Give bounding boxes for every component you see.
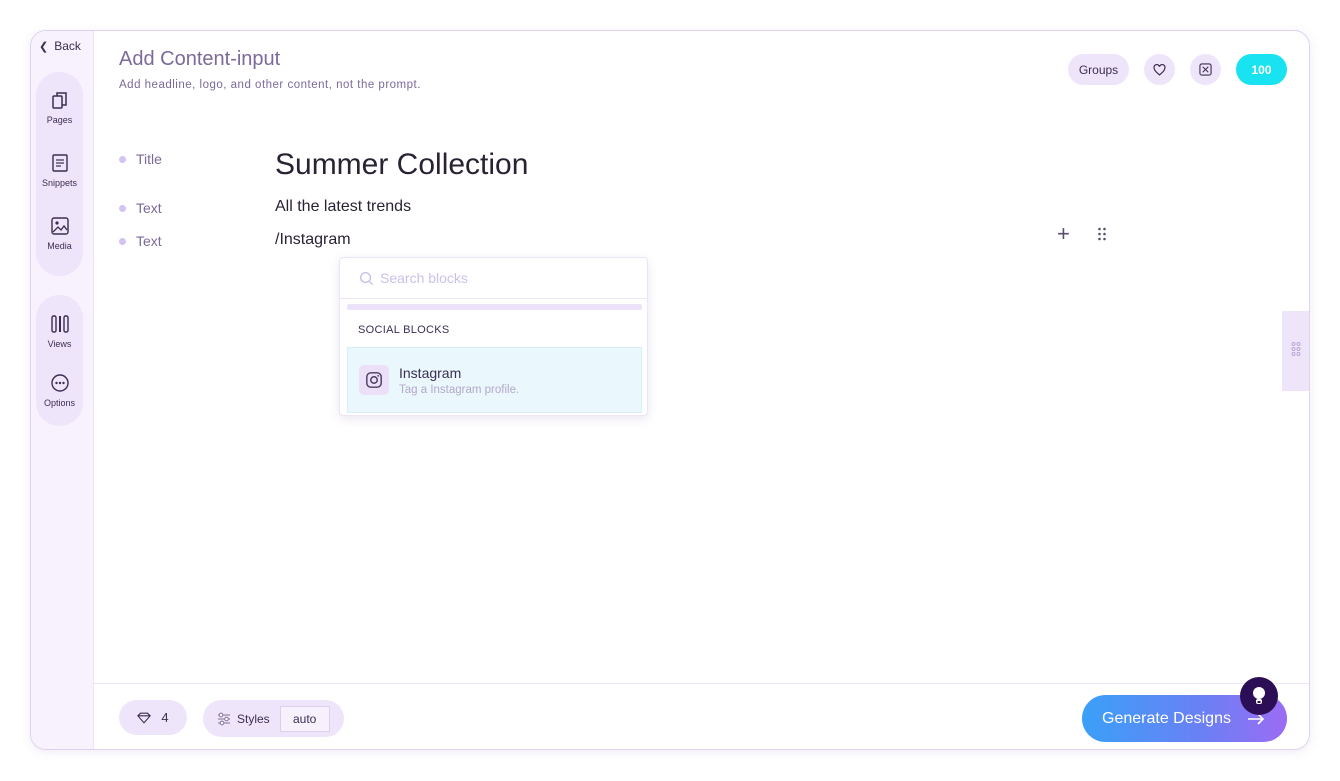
sidebar: ❮ Back Pages Snippets Media Views Option…	[31, 31, 94, 749]
groups-button[interactable]: Groups	[1068, 54, 1129, 85]
grip-icon	[1291, 342, 1300, 356]
sidebar-item-label: Views	[47, 339, 72, 349]
row-bullet	[119, 155, 126, 163]
title-field[interactable]: Summer Collection	[275, 148, 528, 182]
row-label-title: Title	[119, 151, 162, 167]
sidebar-item-label: Pages	[46, 115, 73, 125]
credits-badge[interactable]: 100	[1236, 54, 1287, 85]
sidebar-item-label: Media	[47, 241, 72, 251]
row-bullet	[119, 204, 126, 212]
row-bullet	[119, 237, 126, 245]
sidebar-group-content: Pages Snippets Media	[36, 72, 83, 276]
assistant-icon	[1253, 687, 1265, 704]
footer-bar: 4 Styles auto Generate Designs	[94, 683, 1309, 749]
styles-label: Styles	[237, 711, 270, 726]
sidebar-item-label: Options	[43, 398, 76, 408]
back-label: Back	[54, 39, 81, 53]
section-heading: SOCIAL BLOCKS	[358, 324, 450, 336]
add-block-button[interactable]: +	[1057, 223, 1070, 245]
grip-icon	[1098, 227, 1106, 241]
right-panel-handle[interactable]	[1282, 311, 1309, 391]
menu-item-text: Instagram Tag a Instagram profile.	[399, 365, 519, 396]
sidebar-item-label: Snippets	[41, 178, 78, 188]
sidebar-item-pages[interactable]: Pages	[36, 90, 83, 125]
instagram-icon-box	[359, 365, 389, 395]
shortcut-button[interactable]	[1190, 54, 1221, 85]
gem-counter[interactable]: 4	[119, 700, 187, 735]
text-field-1[interactable]: All the latest trends	[275, 198, 411, 216]
menu-item-description: Tag a Instagram profile.	[399, 383, 520, 396]
row-label-text-1: Text	[119, 200, 162, 216]
pages-icon	[51, 92, 67, 109]
search-icon	[359, 271, 374, 285]
page-title: Add Content-input	[119, 48, 281, 70]
diamond-icon	[137, 712, 152, 724]
assistant-button[interactable]	[1240, 677, 1278, 715]
app-window: ❮ Back Pages Snippets Media Views Option…	[30, 30, 1310, 750]
sidebar-item-media[interactable]: Media	[36, 216, 83, 251]
styles-selector[interactable]: Styles auto	[203, 700, 344, 737]
command-icon	[1199, 63, 1212, 76]
generate-label: Generate Designs	[1102, 709, 1231, 727]
gem-count: 4	[161, 710, 169, 725]
menu-item-title: Instagram	[399, 364, 462, 381]
top-actions: Groups 100	[1068, 54, 1287, 85]
plus-icon: +	[1057, 221, 1070, 246]
text-field-2[interactable]: /Instagram	[275, 231, 351, 249]
sidebar-item-snippets[interactable]: Snippets	[36, 153, 83, 188]
row-label-text-2: Text	[119, 233, 162, 249]
row-label-text: Title	[136, 151, 162, 167]
drag-handle-button[interactable]	[1097, 227, 1107, 246]
favorite-button[interactable]	[1144, 54, 1175, 85]
main-panel: Add Content-input Add headline, logo, an…	[94, 31, 1309, 683]
page-subtitle: Add headline, logo, and other content, n…	[119, 79, 421, 91]
snippets-icon	[51, 154, 68, 172]
search-input[interactable]	[380, 270, 620, 286]
block-menu: SOCIAL BLOCKS Instagram Tag a Instagram …	[339, 257, 648, 416]
styles-value[interactable]: auto	[279, 705, 330, 732]
back-button[interactable]: ❮ Back	[39, 39, 81, 53]
views-icon	[50, 315, 69, 333]
menu-item-instagram[interactable]: Instagram Tag a Instagram profile.	[347, 347, 642, 413]
block-search	[340, 258, 647, 299]
heart-icon	[1153, 63, 1166, 76]
instagram-icon	[366, 372, 382, 388]
options-icon	[50, 374, 69, 392]
menu-divider-bar	[347, 304, 642, 310]
sidebar-item-options[interactable]: Options	[36, 373, 83, 408]
media-icon	[50, 217, 69, 235]
sliders-icon	[218, 712, 230, 725]
sidebar-item-views[interactable]: Views	[36, 314, 83, 349]
row-label-text: Text	[136, 200, 162, 216]
row-label-text: Text	[136, 233, 162, 249]
sidebar-group-view: Views Options	[36, 295, 83, 426]
chevron-left-icon: ❮	[39, 40, 49, 53]
